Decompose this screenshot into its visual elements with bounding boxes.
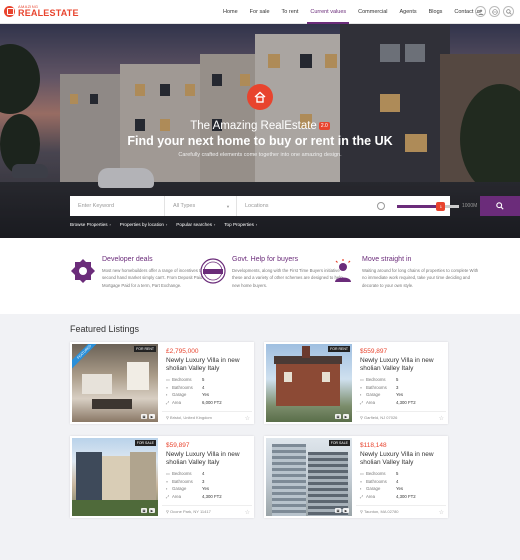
- property-search-bar: Enter Keyword All Types ▼ Locations 1 100…: [70, 196, 520, 216]
- main-nav: Home For sale To rent Current values Com…: [217, 0, 487, 24]
- listing-specs: ▭ Bedrooms 5 ▿ Bathrooms 3 ▪ Garage Yes ⤢ Area 4…: [360, 377, 416, 406]
- type-select[interactable]: All Types ▼: [165, 196, 237, 216]
- chevron-right-icon: ›: [165, 223, 168, 227]
- favorite-icon[interactable]: ☆: [439, 415, 444, 422]
- chevron-right-icon: ›: [214, 223, 216, 227]
- listing-title[interactable]: Newly Luxury Villa in new sholian Valley…: [360, 357, 444, 373]
- search-button[interactable]: [480, 196, 520, 216]
- home-badge-icon: [247, 84, 273, 110]
- person-idea-icon: [335, 259, 351, 282]
- listing-location: ⚲ Bristol, United Kingdom: [162, 411, 252, 422]
- listing-card[interactable]: FOR SALE ▣ ▶ $59,897 Newly Luxury Villa i…: [70, 436, 254, 518]
- listing-title[interactable]: Newly Luxury Villa in new sholian Valley…: [166, 357, 250, 373]
- video-icon[interactable]: ▶: [149, 414, 155, 419]
- location-input[interactable]: Locations: [237, 196, 319, 216]
- listing-image[interactable]: FEATURED FOR RENT ▣ ▶: [72, 344, 158, 422]
- search-icon: [496, 202, 504, 210]
- chevron-down-icon: ▼: [226, 203, 230, 209]
- hero-title: The Amazing RealEstate 2.0: [190, 120, 330, 132]
- version-badge: 2.0: [318, 121, 330, 130]
- status-badge: FOR SALE: [134, 440, 156, 446]
- nav-commercial[interactable]: Commercial: [352, 0, 393, 24]
- chevron-right-icon: ›: [109, 223, 111, 227]
- listing-title[interactable]: Newly Luxury Villa in new sholian Valley…: [166, 451, 250, 467]
- listing-specs: ▭ Bedrooms 5 ▿ Bathrooms 4 ▪ Garage Yes ⤢ Area 6…: [166, 377, 222, 406]
- listing-card[interactable]: FOR RENT ▣ ▶ $559,897 Newly Luxury Villa …: [264, 342, 448, 424]
- quick-link[interactable]: Browse Properties ›: [70, 222, 111, 227]
- features-section: Developer deals Most new homebuilders of…: [0, 238, 520, 314]
- distance-slider[interactable]: 1: [397, 202, 459, 211]
- nav-current-values[interactable]: Current values: [304, 0, 352, 24]
- video-icon[interactable]: ▶: [343, 508, 349, 513]
- section-title: Featured Listings: [70, 324, 140, 334]
- hero-subtitle: Carefully crafted elements come together…: [178, 152, 342, 158]
- listing-price: £2,795,000: [166, 348, 199, 355]
- listing-price: $118,148: [360, 442, 387, 449]
- locate-icon[interactable]: [377, 202, 385, 210]
- listing-image[interactable]: FOR SALE ▣ ▶: [266, 438, 352, 516]
- quick-link[interactable]: Top Properties ›: [224, 222, 257, 227]
- nav-for-sale[interactable]: For sale: [244, 0, 276, 24]
- video-icon[interactable]: ▶: [149, 508, 155, 513]
- nav-to-rent[interactable]: To rent: [276, 0, 305, 24]
- header: AMAZING REALESTATE Home For sale To rent…: [0, 0, 520, 24]
- status-badge: FOR SALE: [328, 440, 350, 446]
- listing-location: ⚲ Taunton, MA 02780: [356, 505, 446, 516]
- logo[interactable]: AMAZING REALESTATE: [4, 5, 79, 18]
- camera-icon[interactable]: ▣: [141, 414, 147, 419]
- favorite-icon[interactable]: ☆: [245, 509, 250, 516]
- favorite-icon[interactable]: ☆: [245, 415, 250, 422]
- logo-icon: [4, 6, 15, 17]
- featured-ribbon: FEATURED: [72, 344, 102, 370]
- listing-specs: ▭ Bedrooms 5 ▿ Bathrooms 4 ▪ Garage Yes ⤢ Area 4…: [360, 471, 416, 500]
- globe-icon[interactable]: [489, 6, 500, 17]
- video-icon[interactable]: ▶: [343, 414, 349, 419]
- certified-stamp-icon: [200, 258, 226, 284]
- listing-image[interactable]: FOR RENT ▣ ▶: [266, 344, 352, 422]
- listing-price: $559,897: [360, 348, 388, 355]
- listing-image[interactable]: FOR SALE ▣ ▶: [72, 438, 158, 516]
- listing-title[interactable]: Newly Luxury Villa in new sholian Valley…: [360, 451, 444, 467]
- quick-links: Browse Properties › Properties by locatio…: [70, 222, 257, 227]
- status-badge: FOR RENT: [328, 346, 350, 352]
- status-badge: FOR RENT: [134, 346, 156, 352]
- favorite-icon[interactable]: ☆: [439, 509, 444, 516]
- quick-link[interactable]: Popular searches ›: [176, 222, 215, 227]
- chevron-right-icon: ›: [255, 223, 258, 227]
- hero-headline: Find your next home to buy or rent in th…: [127, 134, 393, 148]
- user-icon[interactable]: [475, 6, 486, 17]
- camera-icon[interactable]: ▣: [335, 414, 341, 419]
- nav-agents[interactable]: Agents: [394, 0, 423, 24]
- listing-price: $59,897: [166, 442, 190, 449]
- listing-location: ⚲ Garfield, NJ 07026: [356, 411, 446, 422]
- listing-specs: ▭ Bedrooms 4 ▿ Bathrooms 3 ▪ Garage Yes ⤢ Area 4…: [166, 471, 222, 500]
- logo-text: REALESTATE: [18, 8, 79, 18]
- camera-icon[interactable]: ▣: [335, 508, 341, 513]
- nav-home[interactable]: Home: [217, 0, 244, 24]
- listing-location: ⚲ Ocone Park, NY 11417: [162, 505, 252, 516]
- nav-blogs[interactable]: Blogs: [423, 0, 449, 24]
- tag-badge-icon: [71, 259, 95, 283]
- slider-handle[interactable]: 1: [436, 202, 446, 211]
- search-icon[interactable]: [503, 6, 514, 17]
- quick-link[interactable]: Properties by location ›: [120, 222, 167, 227]
- camera-icon[interactable]: ▣: [141, 508, 147, 513]
- distance-label: 1000M: [462, 203, 478, 209]
- listing-card[interactable]: FOR SALE ▣ ▶ $118,148 Newly Luxury Villa …: [264, 436, 448, 518]
- listing-card[interactable]: FEATURED FOR RENT ▣ ▶ £2,795,000 Newly Lu…: [70, 342, 254, 424]
- keyword-input[interactable]: Enter Keyword: [70, 196, 165, 216]
